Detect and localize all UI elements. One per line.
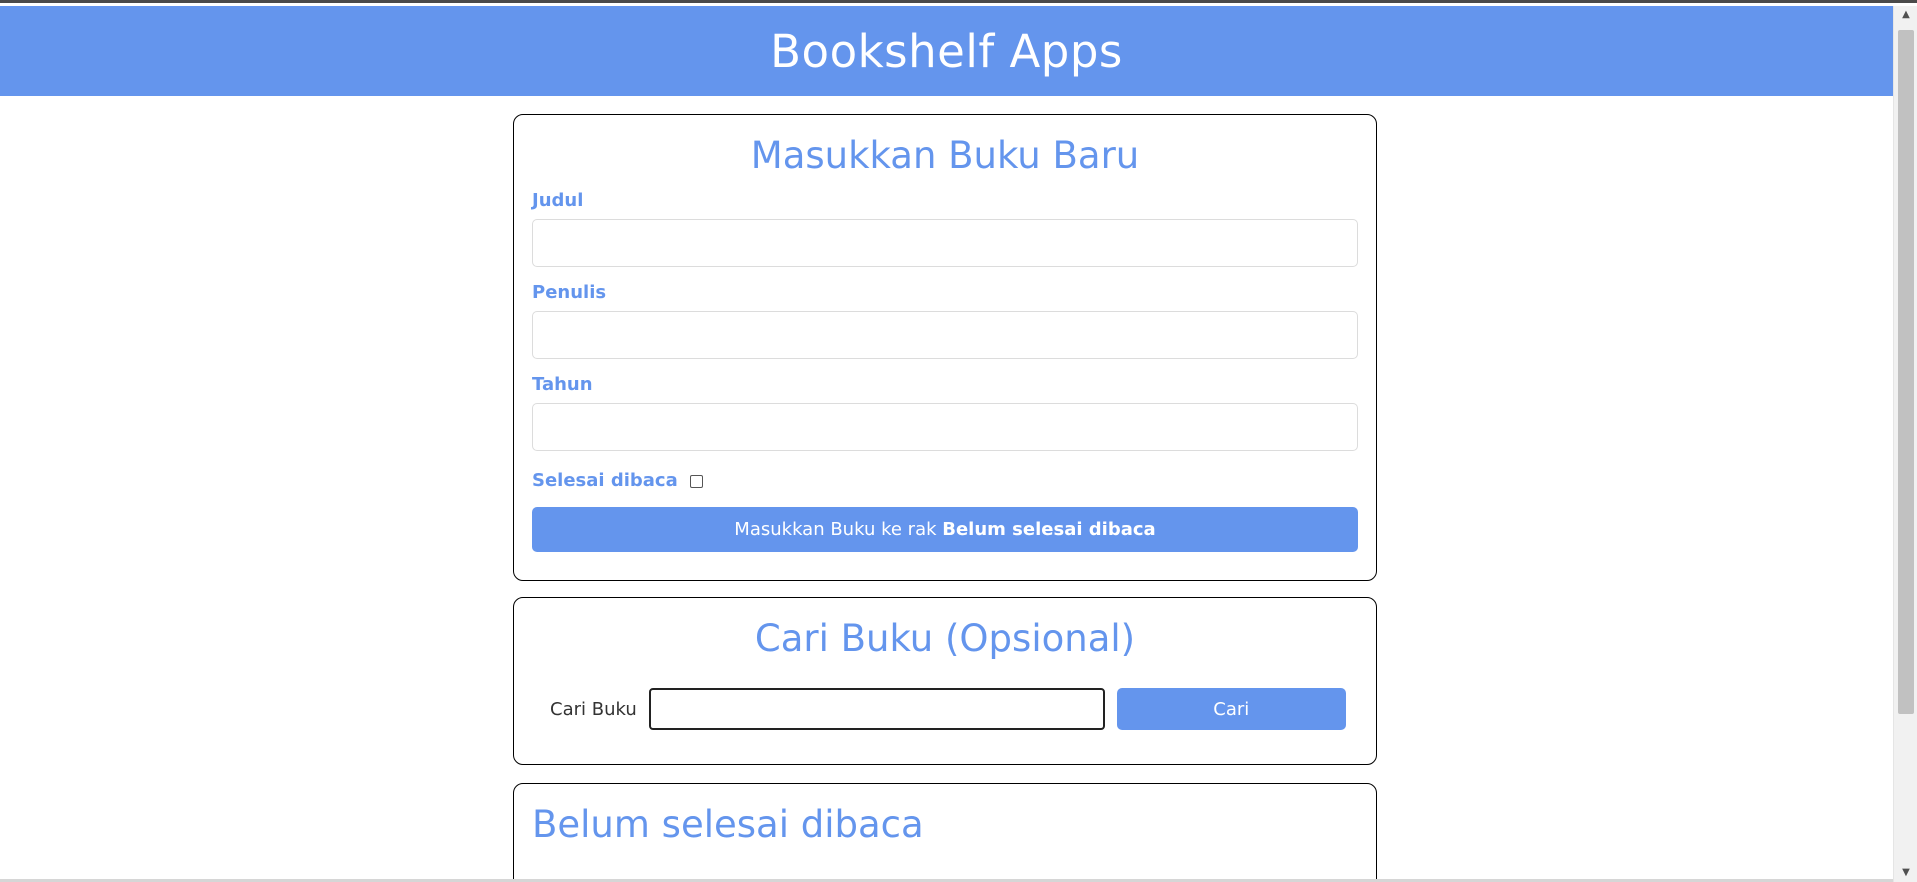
- triangle-down-icon[interactable]: ▼: [1894, 864, 1917, 882]
- search-button[interactable]: Cari: [1116, 688, 1346, 730]
- incomplete-shelf-title: Belum selesai dibaca: [532, 803, 924, 846]
- complete-check-row: Selesai dibaca: [532, 467, 1358, 495]
- year-input[interactable]: [532, 403, 1358, 451]
- submit-button-shelf: Belum selesai dibaca: [942, 519, 1156, 540]
- search-input[interactable]: [648, 688, 1105, 730]
- complete-checkbox[interactable]: [689, 474, 703, 488]
- search-section-title: Cari Buku (Opsional): [754, 617, 1136, 660]
- search-book-section: Cari Buku (Opsional) Cari Buku Cari: [513, 597, 1377, 765]
- title-label: Judul: [532, 190, 584, 211]
- triangle-up-icon[interactable]: ▲: [1894, 6, 1917, 24]
- year-label: Tahun: [532, 374, 593, 395]
- year-field-group: Tahun: [532, 373, 1358, 451]
- submit-button-prefix: Masukkan Buku ke rak: [734, 519, 943, 540]
- author-input[interactable]: [532, 311, 1358, 359]
- title-field-group: Judul: [532, 189, 1358, 267]
- submit-book-button[interactable]: Masukkan Buku ke rak Belum selesai dibac…: [532, 507, 1358, 552]
- author-label: Penulis: [532, 282, 607, 303]
- incomplete-shelf-section: Belum selesai dibaca: [513, 783, 1377, 882]
- input-book-section: Masukkan Buku Baru Judul Penulis Tahun S…: [513, 114, 1377, 581]
- scrollbar-thumb[interactable]: [1898, 30, 1914, 714]
- app-header: Bookshelf Apps: [0, 6, 1893, 96]
- search-row: Cari Buku Cari: [532, 688, 1358, 730]
- title-input[interactable]: [532, 219, 1358, 267]
- page: Bookshelf Apps Masukkan Buku Baru Judul …: [0, 6, 1893, 882]
- input-section-title: Masukkan Buku Baru: [750, 134, 1140, 177]
- complete-label: Selesai dibaca: [532, 470, 678, 491]
- vertical-scrollbar[interactable]: ▲ ▼: [1893, 6, 1917, 882]
- author-field-group: Penulis: [532, 281, 1358, 359]
- search-label: Cari Buku: [550, 698, 637, 720]
- app-title: Bookshelf Apps: [770, 24, 1123, 78]
